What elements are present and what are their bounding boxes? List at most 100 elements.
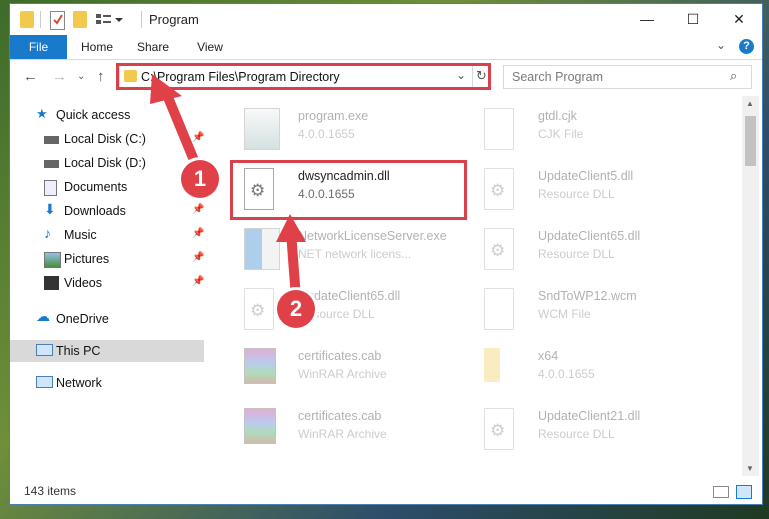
sidebar-item-onedrive[interactable]: ☁ OneDrive xyxy=(10,308,205,330)
file-item[interactable]: program.exe 4.0.0.1655 xyxy=(230,102,460,158)
file-item[interactable]: ⚙ UpdateClient5.dll Resource DLL xyxy=(470,162,700,218)
sidebar-item-quick-access[interactable]: ★ Quick access xyxy=(10,104,205,126)
file-name: program.exe xyxy=(298,109,369,123)
sidebar-item-downloads[interactable]: ⬇ Downloads 📌 xyxy=(10,200,205,222)
dll-file-icon: ⚙ xyxy=(484,168,514,210)
cloud-icon: ☁ xyxy=(36,308,50,324)
step-badge-2: 2 xyxy=(277,290,315,328)
file-version: 4.0.0.1655 xyxy=(538,367,595,381)
document-file-icon xyxy=(484,108,514,150)
pin-icon[interactable]: 📌 xyxy=(192,276,204,287)
winrar-archive-icon xyxy=(244,408,276,444)
sidebar-item-videos[interactable]: Videos 📌 xyxy=(10,272,205,294)
file-item[interactable]: x64 4.0.0.1655 xyxy=(470,342,700,398)
computer-icon xyxy=(36,344,53,356)
drive-icon xyxy=(44,160,59,168)
pin-icon[interactable]: 📌 xyxy=(192,132,204,143)
sidebar-item-label: Pictures xyxy=(64,252,110,266)
pin-icon[interactable]: 📌 xyxy=(192,204,204,215)
properties-icon[interactable] xyxy=(50,11,65,30)
navigation-pane: ★ Quick access Local Disk (C:) 📌 Local D… xyxy=(10,96,205,476)
file-name: x64 xyxy=(538,349,559,363)
tab-view[interactable]: View xyxy=(185,35,235,59)
sidebar-item-network[interactable]: Network xyxy=(10,372,205,394)
file-item[interactable]: gtdl.cjk CJK File xyxy=(470,102,700,158)
exe-file-icon xyxy=(244,108,280,150)
dll-file-icon: ⚙ xyxy=(484,228,514,270)
file-item[interactable]: certificates.cab WinRAR Archive xyxy=(230,402,460,458)
gear-icon: ⚙ xyxy=(490,241,506,260)
sidebar-item-label: Local Disk (C:) xyxy=(64,132,146,146)
forward-arrow-icon[interactable]: → xyxy=(52,68,67,85)
recent-locations-icon[interactable]: ⌄ xyxy=(77,71,85,82)
sidebar-item-documents[interactable]: Documents 📌 xyxy=(10,176,205,198)
up-arrow-icon[interactable]: ↑ xyxy=(97,68,105,85)
expand-ribbon-icon[interactable]: ⌄ xyxy=(716,38,726,52)
file-item[interactable]: NetworkLicenseServer.exe NET network lic… xyxy=(230,222,460,278)
sidebar-item-label: Quick access xyxy=(56,108,131,122)
file-type: Resource DLL xyxy=(538,427,615,441)
folder-icon xyxy=(20,11,34,28)
search-input[interactable]: Search Program xyxy=(512,70,603,84)
folder-icon xyxy=(484,348,500,382)
scroll-up-icon[interactable]: ▲ xyxy=(746,99,754,108)
ribbon-tabs: File Home Share View ⌄ ? xyxy=(10,35,762,60)
sidebar-item-local-disk-c[interactable]: Local Disk (C:) 📌 xyxy=(10,128,205,150)
file-name: gtdl.cjk xyxy=(538,109,577,123)
file-name: certificates.cab xyxy=(298,409,382,423)
file-highlight-box xyxy=(230,160,467,220)
pictures-icon xyxy=(44,252,61,268)
sidebar-item-label: Documents xyxy=(64,180,128,194)
sidebar-item-music[interactable]: ♪ Music 📌 xyxy=(10,224,205,246)
music-icon: ♪ xyxy=(44,225,51,241)
customize-toolbar-icon[interactable] xyxy=(95,11,123,28)
pin-icon[interactable]: 📌 xyxy=(192,228,204,239)
file-item[interactable]: SndToWP12.wcm WCM File xyxy=(470,282,700,338)
scroll-down-icon[interactable]: ▼ xyxy=(746,464,754,473)
sidebar-item-label: Network xyxy=(56,376,102,390)
pin-icon[interactable]: 📌 xyxy=(192,252,204,263)
search-box[interactable]: Search Program ⌕ xyxy=(503,65,752,89)
file-description: NET network licens... xyxy=(298,247,412,261)
scrollbar-thumb[interactable] xyxy=(745,116,756,166)
new-folder-icon[interactable] xyxy=(73,11,87,28)
sidebar-item-this-pc[interactable]: This PC xyxy=(10,340,204,362)
help-icon[interactable]: ? xyxy=(739,39,754,54)
file-item[interactable]: ⚙ UpdateClient65.dll Resource DLL xyxy=(470,222,700,278)
star-icon: ★ xyxy=(36,106,48,121)
file-type: Resource DLL xyxy=(538,247,615,261)
file-name: certificates.cab xyxy=(298,349,382,363)
sidebar-item-label: Music xyxy=(64,228,97,242)
tab-home[interactable]: Home xyxy=(72,35,122,59)
file-version: 4.0.0.1655 xyxy=(298,127,355,141)
search-icon[interactable]: ⌕ xyxy=(730,68,737,84)
sidebar-item-label: Local Disk (D:) xyxy=(64,156,146,170)
back-arrow-icon[interactable]: ← xyxy=(23,68,38,85)
sidebar-item-label: This PC xyxy=(56,344,101,358)
exe-file-icon xyxy=(244,228,280,270)
file-item[interactable]: ⚙ UpdateClient65.dll Resource DLL xyxy=(230,282,460,338)
item-count: 143 items xyxy=(24,484,77,498)
file-item[interactable]: ⚙ UpdateClient21.dll Resource DLL xyxy=(470,402,700,458)
maximize-button[interactable]: ☐ xyxy=(670,4,716,35)
sidebar-item-pictures[interactable]: Pictures 📌 xyxy=(10,248,205,270)
large-icons-view-icon[interactable] xyxy=(736,485,752,499)
vertical-scrollbar[interactable]: ▲ ▼ xyxy=(742,96,759,476)
details-view-icon[interactable] xyxy=(713,486,729,498)
close-button[interactable]: ✕ xyxy=(716,4,762,35)
network-icon xyxy=(36,376,53,388)
file-type: WinRAR Archive xyxy=(298,427,387,441)
title-bar: Program — ☐ ✕ xyxy=(10,4,762,35)
file-list: program.exe 4.0.0.1655 gtdl.cjk CJK File… xyxy=(220,96,740,476)
step-badge-1: 1 xyxy=(181,160,219,198)
gear-icon: ⚙ xyxy=(490,181,506,200)
file-item[interactable]: certificates.cab WinRAR Archive xyxy=(230,342,460,398)
sidebar-item-local-disk-d[interactable]: Local Disk (D:) xyxy=(10,152,205,174)
drive-icon xyxy=(44,136,59,144)
sidebar-item-label: Downloads xyxy=(64,204,126,218)
minimize-button[interactable]: — xyxy=(624,4,670,35)
tab-file[interactable]: File xyxy=(10,35,67,59)
file-type: Resource DLL xyxy=(538,187,615,201)
dll-file-icon: ⚙ xyxy=(484,408,514,450)
tab-share[interactable]: Share xyxy=(128,35,178,59)
